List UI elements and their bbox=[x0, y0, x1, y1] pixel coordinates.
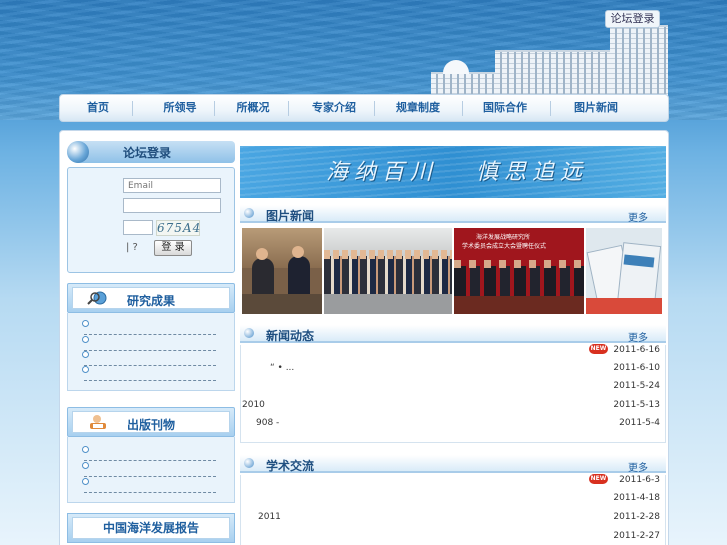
nav-separator bbox=[288, 101, 289, 116]
email-input[interactable] bbox=[123, 178, 221, 193]
news-row-date: 2011-6-3 bbox=[619, 475, 660, 485]
photo-strip: 海洋发展战略研究所 学术委员会成立大会暨聘任仪式 bbox=[240, 228, 666, 314]
news-row[interactable]: NEW 2011-6-16 bbox=[240, 343, 666, 359]
news-row[interactable]: “ • ... 2011-6-10 bbox=[240, 361, 666, 377]
research-item[interactable] bbox=[82, 320, 216, 335]
news-row-title: “ • ... bbox=[270, 363, 295, 373]
news-row[interactable]: NEW 2011-6-3 bbox=[240, 473, 666, 489]
publications-header-inner: 出版刊物 bbox=[72, 411, 230, 433]
news-row[interactable]: 2011-2-27 bbox=[240, 529, 666, 545]
nav-separator bbox=[550, 101, 551, 116]
captcha-image: 675A4 bbox=[156, 220, 202, 236]
research-header: 研究成果 bbox=[67, 283, 235, 313]
nav-separator bbox=[374, 101, 375, 116]
globe-icon bbox=[67, 141, 89, 163]
research-item[interactable] bbox=[82, 366, 216, 381]
news-row-title: 908 - bbox=[256, 418, 280, 428]
login-title: 论坛登录 bbox=[123, 146, 172, 160]
news-photo-group[interactable] bbox=[324, 228, 452, 314]
photo-news-title: 图片新闻 bbox=[266, 209, 315, 223]
login-header: 论坛登录 bbox=[67, 141, 235, 163]
news-header: 新闻动态 更多 bbox=[240, 325, 666, 344]
news-photo-ceremony[interactable]: 海洋发展战略研究所 学术委员会成立大会暨聘任仪式 bbox=[454, 228, 584, 314]
photo-news-more-link[interactable]: 更多 bbox=[628, 209, 648, 224]
research-item[interactable] bbox=[82, 336, 216, 351]
research-item[interactable] bbox=[82, 351, 216, 366]
news-row-date: 2011-2-27 bbox=[613, 531, 660, 541]
nav-separator bbox=[462, 101, 463, 116]
login-submit-button[interactable]: 登 录 bbox=[154, 240, 192, 256]
institute-building-image bbox=[425, 20, 675, 98]
nav-overview[interactable]: 所概况 bbox=[228, 95, 278, 121]
publication-item[interactable] bbox=[82, 478, 216, 493]
section-bullet-icon bbox=[244, 458, 254, 468]
right-column: 海纳百川 慎思追远 图片新闻 更多 海洋发展战略研究所 学术委员会成立大会暨聘任… bbox=[240, 131, 666, 545]
building-dome bbox=[443, 60, 469, 74]
left-column: 论坛登录 675A4 | ? 登 录 研究成果 bbox=[67, 141, 235, 545]
news-row-title: 2010 bbox=[242, 400, 265, 410]
news-row[interactable]: 908 - 2011-5-4 bbox=[240, 416, 666, 432]
news-row-date: 2011-6-10 bbox=[613, 363, 660, 373]
captcha-input[interactable] bbox=[123, 220, 153, 235]
news-row[interactable]: 2010 2011-5-13 bbox=[240, 398, 666, 414]
login-links[interactable]: | ? bbox=[126, 242, 138, 253]
login-form: 675A4 | ? 登 录 bbox=[67, 167, 235, 273]
main-nav: 首页 所领导 所概况 专家介绍 规章制度 国际合作 图片新闻 bbox=[59, 94, 669, 122]
news-more-link[interactable]: 更多 bbox=[628, 329, 648, 344]
ceremony-banner-line1: 海洋发展战略研究所 bbox=[476, 234, 531, 241]
nav-home[interactable]: 首页 bbox=[78, 95, 118, 121]
publications-title: 出版刊物 bbox=[126, 418, 175, 432]
news-row[interactable]: 2011-5-24 bbox=[240, 379, 666, 395]
section-bullet-icon bbox=[244, 208, 254, 218]
news-row-date: 2011-6-16 bbox=[613, 345, 660, 355]
news-row-date: 2011-4-18 bbox=[613, 493, 660, 503]
news-row[interactable]: 2011-4-18 bbox=[240, 491, 666, 507]
publication-item[interactable] bbox=[82, 462, 216, 477]
banner-slogan-left: 海纳百川 bbox=[326, 160, 439, 185]
publications-list bbox=[67, 437, 235, 503]
photo-news-header: 图片新闻 更多 bbox=[240, 205, 666, 224]
new-badge: NEW bbox=[589, 474, 608, 484]
research-header-inner: 研究成果 bbox=[72, 287, 230, 309]
ocean-report-title: 中国海洋发展报告 bbox=[72, 517, 230, 539]
news-row[interactable]: 2011 2011-2-28 bbox=[240, 510, 666, 526]
nav-regulations[interactable]: 规章制度 bbox=[388, 95, 448, 121]
ceremony-banner-line2: 学术委员会成立大会暨聘任仪式 bbox=[462, 243, 547, 250]
forum-login-button[interactable]: 论坛登录 bbox=[605, 10, 660, 28]
news-title: 新闻动态 bbox=[266, 329, 315, 343]
news-row-title: 2011 bbox=[258, 512, 281, 522]
ocean-report-header[interactable]: 中国海洋发展报告 bbox=[67, 513, 235, 543]
nav-separator bbox=[214, 101, 215, 116]
nav-separator bbox=[132, 101, 133, 116]
academic-title: 学术交流 bbox=[266, 459, 315, 473]
nav-photo-news[interactable]: 图片新闻 bbox=[566, 95, 626, 121]
password-input[interactable] bbox=[123, 198, 221, 213]
slogan-banner: 海纳百川 慎思追远 bbox=[240, 146, 666, 198]
news-row-date: 2011-5-24 bbox=[613, 381, 660, 391]
news-row-date: 2011-2-28 bbox=[613, 512, 660, 522]
news-photo-meeting[interactable] bbox=[242, 228, 322, 314]
nav-experts[interactable]: 专家介绍 bbox=[304, 95, 364, 121]
news-photo-documents[interactable] bbox=[586, 228, 662, 314]
new-badge: NEW bbox=[589, 344, 608, 354]
news-row-date: 2011-5-13 bbox=[613, 400, 660, 410]
research-title: 研究成果 bbox=[126, 294, 175, 308]
nav-international[interactable]: 国际合作 bbox=[474, 95, 536, 121]
building-tower bbox=[610, 25, 668, 98]
academic-more-link[interactable]: 更多 bbox=[628, 459, 648, 474]
research-list bbox=[67, 313, 235, 391]
banner-slogan-right: 慎思追远 bbox=[476, 160, 589, 185]
publication-item[interactable] bbox=[82, 446, 216, 461]
main-panel: 论坛登录 675A4 | ? 登 录 研究成果 bbox=[59, 130, 669, 545]
publications-header: 出版刊物 bbox=[67, 407, 235, 437]
banner-waves bbox=[240, 146, 666, 198]
section-bullet-icon bbox=[244, 328, 254, 338]
academic-header: 学术交流 更多 bbox=[240, 455, 666, 474]
building-wing bbox=[495, 50, 615, 98]
nav-leaders[interactable]: 所领导 bbox=[155, 95, 205, 121]
news-row-date: 2011-5-4 bbox=[619, 418, 660, 428]
